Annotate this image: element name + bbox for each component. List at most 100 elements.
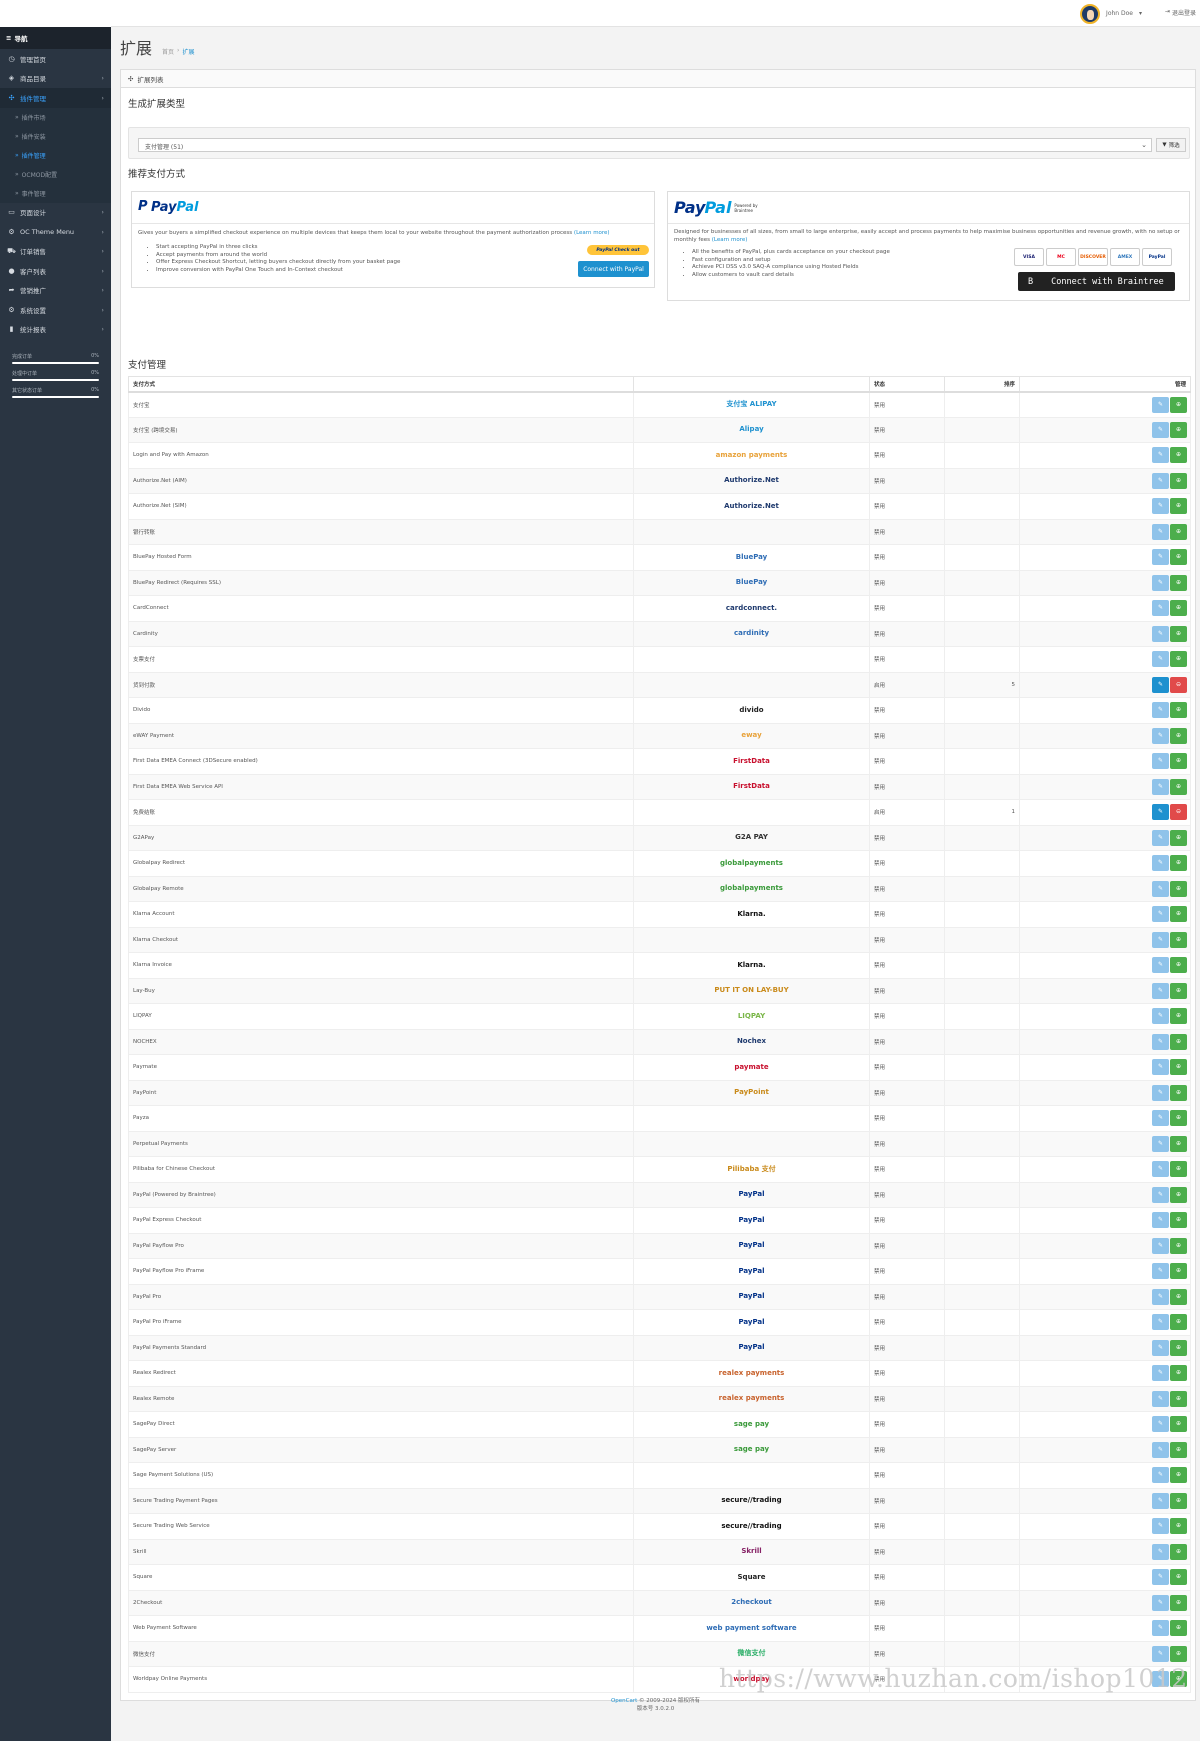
extension-type-select[interactable]: 支付管理 (51) ⌄ [138, 138, 1152, 152]
edit-button[interactable]: ✎ [1152, 1110, 1169, 1127]
edit-button[interactable]: ✎ [1152, 1008, 1169, 1025]
braintree-learn-more-link[interactable]: (Learn more) [712, 237, 748, 243]
edit-button[interactable]: ✎ [1152, 702, 1169, 719]
edit-button[interactable]: ✎ [1152, 549, 1169, 566]
edit-button[interactable]: ✎ [1152, 1518, 1169, 1535]
install-button[interactable]: ⊕ [1170, 396, 1187, 413]
logout-link[interactable]: ⇥ 退出登录 [1165, 8, 1196, 17]
install-button[interactable]: ⊕ [1170, 1059, 1187, 1076]
install-button[interactable]: ⊕ [1170, 880, 1187, 897]
edit-button[interactable]: ✎ [1152, 396, 1169, 413]
install-button[interactable]: ⊕ [1170, 1186, 1187, 1203]
connect-with-paypal-button[interactable]: Connect with PayPal [578, 261, 649, 277]
install-button[interactable]: ⊕ [1170, 1441, 1187, 1458]
install-button[interactable]: ⊕ [1170, 549, 1187, 566]
install-button[interactable]: ⊕ [1170, 523, 1187, 540]
install-button[interactable]: ⊕ [1170, 1110, 1187, 1127]
edit-button[interactable]: ✎ [1152, 829, 1169, 846]
col-payment-method[interactable]: 支付方式 [128, 376, 634, 393]
edit-button[interactable]: ✎ [1152, 957, 1169, 974]
install-button[interactable]: ⊕ [1170, 1518, 1187, 1535]
uninstall-button[interactable]: ⊖ [1170, 676, 1187, 693]
user-name[interactable]: John Doe [1106, 10, 1133, 17]
install-button[interactable]: ⊕ [1170, 1569, 1187, 1586]
install-button[interactable]: ⊕ [1170, 600, 1187, 617]
paypal-learn-more-link[interactable]: (Learn more) [574, 230, 610, 236]
install-button[interactable]: ⊕ [1170, 625, 1187, 642]
sidebar-item-4[interactable]: ⚙ OC Theme Menu › [0, 222, 111, 242]
filter-button[interactable]: ▼ 筛选 [1156, 138, 1186, 152]
edit-button[interactable]: ✎ [1152, 727, 1169, 744]
install-button[interactable]: ⊕ [1170, 753, 1187, 770]
edit-button[interactable]: ✎ [1152, 753, 1169, 770]
edit-button[interactable]: ✎ [1152, 1594, 1169, 1611]
edit-button[interactable]: ✎ [1152, 676, 1169, 693]
sidebar-item-9[interactable]: ▮ 统计报表 › [0, 320, 111, 340]
install-button[interactable]: ⊕ [1170, 1339, 1187, 1356]
install-button[interactable]: ⊕ [1170, 1084, 1187, 1101]
install-button[interactable]: ⊕ [1170, 1645, 1187, 1662]
install-button[interactable]: ⊕ [1170, 1008, 1187, 1025]
install-button[interactable]: ⊕ [1170, 1212, 1187, 1229]
install-button[interactable]: ⊕ [1170, 472, 1187, 489]
edit-button[interactable]: ✎ [1152, 600, 1169, 617]
edit-button[interactable]: ✎ [1152, 421, 1169, 438]
install-button[interactable]: ⊕ [1170, 1314, 1187, 1331]
edit-button[interactable]: ✎ [1152, 1161, 1169, 1178]
edit-button[interactable]: ✎ [1152, 1390, 1169, 1407]
breadcrumb-current[interactable]: 扩展 [182, 47, 194, 56]
edit-button[interactable]: ✎ [1152, 880, 1169, 897]
col-status[interactable]: 状态 [869, 376, 945, 393]
install-button[interactable]: ⊕ [1170, 1492, 1187, 1509]
install-button[interactable]: ⊕ [1170, 957, 1187, 974]
sidebar-item-6[interactable]: ● 客户列表 › [0, 261, 111, 281]
submenu-item-3[interactable]: » OCMOD配置 [0, 165, 111, 184]
install-button[interactable]: ⊕ [1170, 1390, 1187, 1407]
edit-button[interactable]: ✎ [1152, 1237, 1169, 1254]
install-button[interactable]: ⊕ [1170, 702, 1187, 719]
sidebar-item-0[interactable]: ◷ 管理首页 [0, 49, 111, 69]
uninstall-button[interactable]: ⊖ [1170, 804, 1187, 821]
install-button[interactable]: ⊕ [1170, 1033, 1187, 1050]
sidebar-item-8[interactable]: ⚙ 系统设置 › [0, 300, 111, 320]
edit-button[interactable]: ✎ [1152, 1059, 1169, 1076]
install-button[interactable]: ⊕ [1170, 1467, 1187, 1484]
submenu-item-4[interactable]: » 事件管理 [0, 184, 111, 203]
edit-button[interactable]: ✎ [1152, 1186, 1169, 1203]
edit-button[interactable]: ✎ [1152, 625, 1169, 642]
edit-button[interactable]: ✎ [1152, 472, 1169, 489]
opencart-link[interactable]: OpenCart [611, 1698, 637, 1704]
edit-button[interactable]: ✎ [1152, 982, 1169, 999]
edit-button[interactable]: ✎ [1152, 574, 1169, 591]
edit-button[interactable]: ✎ [1152, 447, 1169, 464]
install-button[interactable]: ⊕ [1170, 1161, 1187, 1178]
edit-button[interactable]: ✎ [1152, 1416, 1169, 1433]
edit-button[interactable]: ✎ [1152, 1620, 1169, 1637]
user-avatar[interactable] [1080, 3, 1101, 24]
sidebar-item-3[interactable]: ▭ 页面设计 › [0, 203, 111, 223]
edit-button[interactable]: ✎ [1152, 1212, 1169, 1229]
install-button[interactable]: ⊕ [1170, 1365, 1187, 1382]
install-button[interactable]: ⊕ [1170, 727, 1187, 744]
col-sort-order[interactable]: 排序 [944, 376, 1020, 393]
edit-button[interactable]: ✎ [1152, 1314, 1169, 1331]
install-button[interactable]: ⊕ [1170, 778, 1187, 795]
edit-button[interactable]: ✎ [1152, 1263, 1169, 1280]
install-button[interactable]: ⊕ [1170, 829, 1187, 846]
edit-button[interactable]: ✎ [1152, 931, 1169, 948]
edit-button[interactable]: ✎ [1152, 906, 1169, 923]
edit-button[interactable]: ✎ [1152, 855, 1169, 872]
install-button[interactable]: ⊕ [1170, 421, 1187, 438]
edit-button[interactable]: ✎ [1152, 1645, 1169, 1662]
breadcrumb-home[interactable]: 首页 [162, 47, 174, 56]
edit-button[interactable]: ✎ [1152, 1288, 1169, 1305]
install-button[interactable]: ⊕ [1170, 931, 1187, 948]
paypal-checkout-button[interactable]: PayPal Check out [587, 245, 649, 255]
edit-button[interactable]: ✎ [1152, 1569, 1169, 1586]
edit-button[interactable]: ✎ [1152, 778, 1169, 795]
edit-button[interactable]: ✎ [1152, 1441, 1169, 1458]
sidebar-item-2[interactable]: ✣ 插件管理 › [0, 88, 111, 108]
install-button[interactable]: ⊕ [1170, 498, 1187, 515]
install-button[interactable]: ⊕ [1170, 1288, 1187, 1305]
edit-button[interactable]: ✎ [1152, 1084, 1169, 1101]
